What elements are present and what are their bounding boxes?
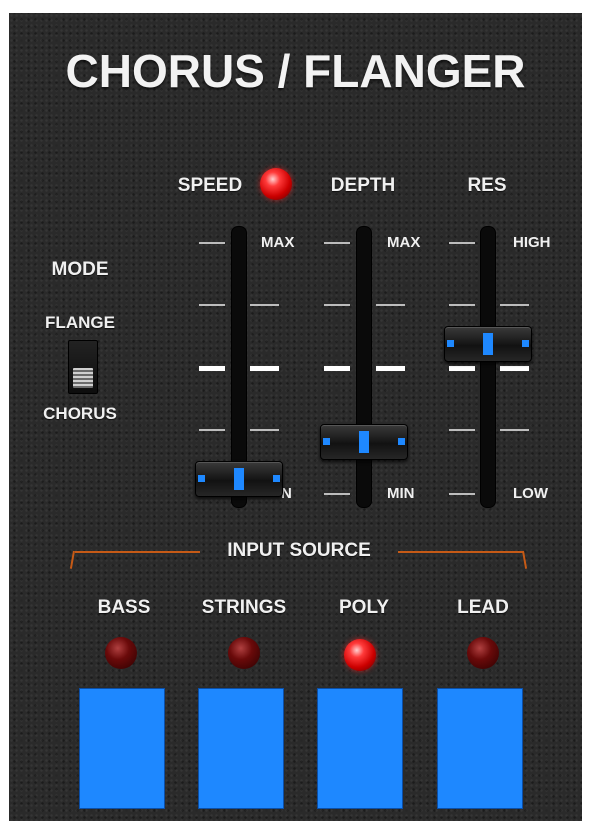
- speed-tick-center: [199, 366, 225, 371]
- source-label-poly: POLY: [339, 597, 389, 618]
- depth-label: DEPTH: [330, 175, 396, 196]
- res-tick: [500, 304, 529, 306]
- depth-tick: [376, 304, 405, 306]
- knob-indicator: [273, 474, 280, 482]
- res-tick-center: [449, 366, 475, 371]
- mode-label: MODE: [51, 259, 109, 280]
- knob-indicator: [198, 474, 205, 482]
- depth-tick-center: [324, 366, 350, 371]
- toggle-lever: [73, 368, 93, 388]
- depth-slider-knob[interactable]: [320, 424, 408, 460]
- knob-indicator: [234, 467, 244, 490]
- knob-indicator: [398, 438, 405, 445]
- res-tick: [449, 304, 475, 306]
- lead-led-indicator: [467, 637, 499, 669]
- strings-select-button[interactable]: [198, 688, 284, 809]
- bass-select-button[interactable]: [79, 688, 165, 809]
- input-source-bracket-left: [75, 551, 200, 553]
- depth-min-label: MIN: [387, 485, 415, 502]
- knob-indicator: [323, 438, 330, 445]
- knob-indicator: [483, 333, 493, 355]
- res-slider-knob[interactable]: [444, 326, 532, 362]
- res-high-label: HIGH: [513, 234, 551, 251]
- depth-tick: [324, 493, 350, 495]
- speed-tick: [250, 429, 279, 431]
- source-label-strings: STRINGS: [201, 597, 287, 618]
- depth-max-label: MAX: [387, 234, 421, 251]
- res-slider-track[interactable]: [480, 226, 496, 508]
- strings-led-indicator: [228, 637, 260, 669]
- res-tick-center: [500, 366, 529, 371]
- input-source-bracket-right: [398, 551, 523, 553]
- res-tick: [449, 429, 475, 431]
- speed-label: SPEED: [177, 175, 243, 196]
- poly-select-button[interactable]: [317, 688, 403, 809]
- knob-indicator: [522, 340, 529, 347]
- poly-led-indicator: [344, 639, 376, 671]
- source-label-lead: LEAD: [457, 597, 509, 618]
- knob-indicator: [447, 340, 454, 347]
- depth-tick-center: [376, 366, 405, 371]
- speed-max-label: MAX: [261, 234, 295, 251]
- speed-tick: [199, 242, 225, 244]
- speed-tick: [250, 304, 279, 306]
- speed-slider-knob[interactable]: [195, 460, 283, 497]
- depth-tick: [324, 242, 350, 244]
- speed-tick-center: [250, 366, 279, 371]
- knob-indicator: [359, 431, 369, 453]
- res-low-label: LOW: [513, 485, 548, 502]
- res-tick: [500, 429, 529, 431]
- depth-tick: [324, 304, 350, 306]
- input-source-label: INPUT SOURCE: [227, 540, 371, 561]
- res-tick: [449, 493, 475, 495]
- speed-tick: [199, 304, 225, 306]
- mode-flange-label: FLANGE: [45, 313, 115, 332]
- source-label-bass: BASS: [97, 597, 151, 618]
- panel-title: CHORUS / FLANGER: [65, 45, 526, 97]
- bass-led-indicator: [105, 637, 137, 669]
- speed-led-indicator: [260, 168, 292, 200]
- mode-toggle-switch[interactable]: [68, 340, 98, 394]
- depth-slider-track[interactable]: [356, 226, 372, 508]
- mode-chorus-label: CHORUS: [43, 404, 117, 423]
- res-label: RES: [467, 175, 507, 196]
- res-tick: [449, 242, 475, 244]
- lead-select-button[interactable]: [437, 688, 523, 809]
- speed-tick: [199, 429, 225, 431]
